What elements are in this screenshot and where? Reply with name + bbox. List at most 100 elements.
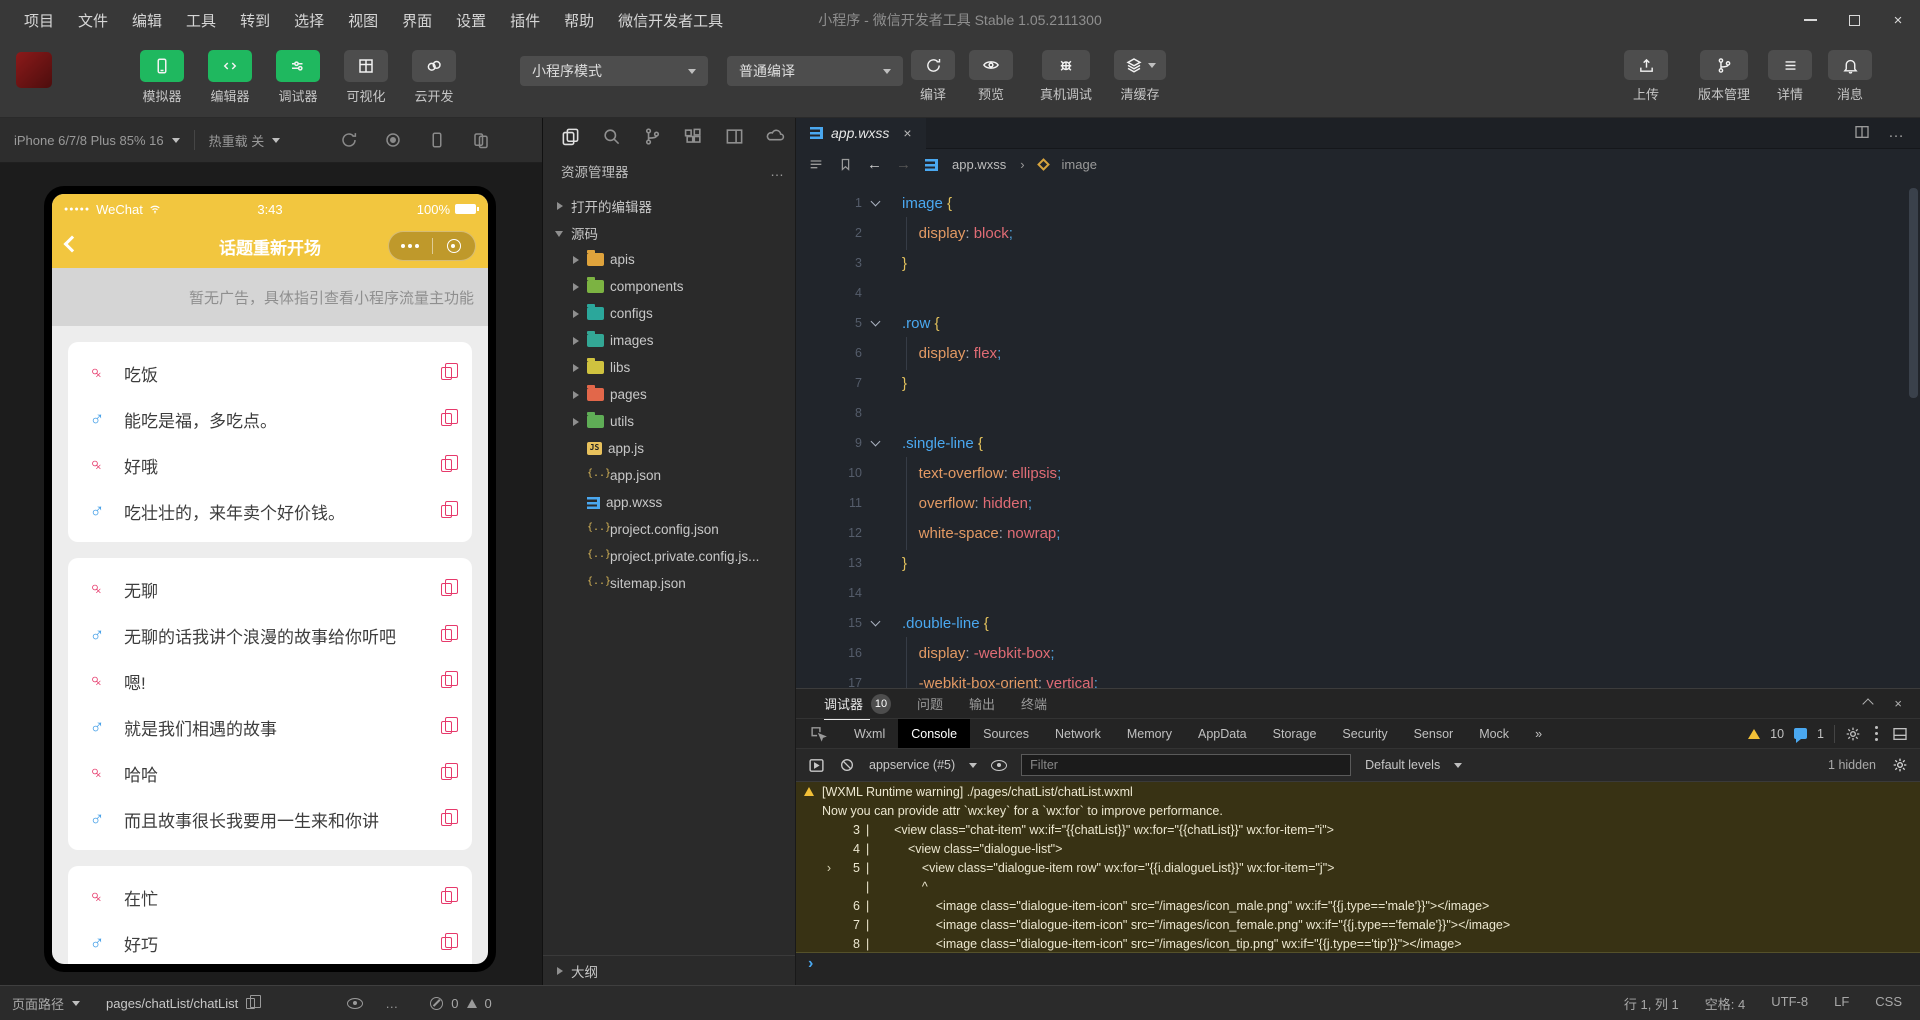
messages-button[interactable]: 消息 bbox=[1822, 50, 1878, 103]
tree-item[interactable]: project.config.json bbox=[543, 516, 795, 543]
copy-icon[interactable] bbox=[441, 408, 458, 426]
context-select[interactable]: appservice (#5) bbox=[869, 758, 955, 772]
fold-chevron-icon[interactable] bbox=[862, 196, 888, 207]
devtools-tab[interactable]: Network bbox=[1042, 719, 1114, 748]
settings-gear-icon[interactable] bbox=[1845, 726, 1861, 742]
code-line[interactable]: 15 .double-line { bbox=[796, 608, 1920, 638]
clear-console-icon[interactable] bbox=[839, 757, 855, 773]
status-item[interactable]: 行 1, 列 1 bbox=[1624, 994, 1679, 1013]
status-item[interactable]: UTF-8 bbox=[1771, 994, 1808, 1013]
tree-item[interactable]: utils bbox=[543, 408, 795, 435]
console-log[interactable]: [WXML Runtime warning] ./pages/chatList/… bbox=[796, 782, 1920, 953]
mode-select[interactable]: 小程序模式 bbox=[520, 56, 708, 86]
tree-item[interactable]: images bbox=[543, 327, 795, 354]
nav-forward-icon[interactable]: → bbox=[896, 156, 911, 173]
code-line[interactable]: 13 } bbox=[796, 548, 1920, 578]
more-actions-icon[interactable]: … bbox=[1888, 124, 1904, 142]
tree-item[interactable]: project.private.config.js... bbox=[543, 543, 795, 570]
menu-item[interactable]: 项目 bbox=[14, 6, 64, 35]
devtools-tab[interactable]: Security bbox=[1329, 719, 1400, 748]
copy-icon[interactable] bbox=[441, 500, 458, 518]
code-line[interactable]: 5 .row { bbox=[796, 308, 1920, 338]
eye-icon[interactable] bbox=[991, 759, 1008, 771]
tree-item[interactable]: app.json bbox=[543, 462, 795, 489]
copy-icon[interactable] bbox=[441, 886, 458, 904]
editor-scrollbar[interactable] bbox=[1909, 188, 1918, 398]
source-control-icon[interactable] bbox=[643, 127, 662, 146]
tree-item[interactable]: app.js bbox=[543, 435, 795, 462]
problems-summary[interactable]: 0 0 bbox=[430, 996, 492, 1011]
copy-icon[interactable] bbox=[441, 762, 458, 780]
menu-item[interactable]: 文件 bbox=[68, 6, 118, 35]
version-control-button[interactable]: 版本管理 bbox=[1684, 50, 1764, 103]
devtools-tab[interactable]: Sensor bbox=[1401, 719, 1467, 748]
compile-button[interactable]: 编译 bbox=[905, 50, 961, 103]
outline-list-icon[interactable] bbox=[808, 157, 824, 173]
clear-cache-button[interactable]: 清缓存 bbox=[1108, 50, 1172, 103]
tree-item[interactable]: libs bbox=[543, 354, 795, 381]
close-panel-icon[interactable]: × bbox=[1894, 696, 1902, 711]
extensions-icon[interactable] bbox=[684, 127, 703, 146]
preview-button[interactable]: 预览 bbox=[963, 50, 1019, 103]
tree-item[interactable]: sitemap.json bbox=[543, 570, 795, 597]
upload-button[interactable]: 上传 bbox=[1618, 50, 1674, 103]
devtools-tab[interactable]: AppData bbox=[1185, 719, 1260, 748]
code-line[interactable]: 9 .single-line { bbox=[796, 428, 1920, 458]
copy-icon[interactable] bbox=[441, 624, 458, 642]
copy-icon[interactable] bbox=[441, 454, 458, 472]
kebab-menu-icon[interactable] bbox=[1875, 732, 1878, 735]
more-actions-icon[interactable]: … bbox=[770, 163, 785, 179]
close-tab-icon[interactable]: × bbox=[903, 125, 911, 141]
menu-item[interactable]: 视图 bbox=[338, 6, 388, 35]
menu-item[interactable]: 编辑 bbox=[122, 6, 172, 35]
docker-icon[interactable] bbox=[766, 127, 785, 146]
fold-chevron-icon[interactable] bbox=[862, 616, 888, 627]
split-editor-icon[interactable] bbox=[725, 127, 744, 146]
code-line[interactable]: 12 white-space: nowrap; bbox=[796, 516, 1920, 550]
tab-debugger[interactable]: 调试器 bbox=[824, 694, 871, 720]
devtools-tab[interactable]: Sources bbox=[970, 719, 1042, 748]
tree-item[interactable]: configs bbox=[543, 300, 795, 327]
devtools-tab[interactable]: Console bbox=[898, 719, 971, 748]
code-line[interactable]: 7 } bbox=[796, 368, 1920, 398]
search-icon[interactable] bbox=[602, 127, 621, 146]
menu-item[interactable]: 微信开发者工具 bbox=[608, 6, 733, 35]
menu-item[interactable]: 界面 bbox=[392, 6, 442, 35]
editor-button[interactable]: 编辑器 bbox=[198, 50, 262, 105]
code-line[interactable]: 14 bbox=[796, 578, 1920, 608]
copy-icon[interactable] bbox=[441, 670, 458, 688]
code-line[interactable]: 8 bbox=[796, 398, 1920, 428]
code-line[interactable]: 6 display: flex; bbox=[796, 336, 1920, 370]
debugger-button[interactable]: 调试器 bbox=[266, 50, 330, 105]
log-levels-select[interactable]: Default levels bbox=[1365, 758, 1440, 772]
nav-back-icon[interactable]: ← bbox=[867, 156, 882, 173]
devtools-tab[interactable]: Storage bbox=[1260, 719, 1330, 748]
files-icon[interactable] bbox=[561, 127, 580, 146]
info-count[interactable]: 1 bbox=[1817, 727, 1824, 741]
menu-item[interactable]: 设置 bbox=[446, 6, 496, 35]
console-settings-gear-icon[interactable] bbox=[1892, 757, 1908, 773]
devtools-tab[interactable]: Wxml bbox=[841, 719, 898, 748]
code-line[interactable]: 16 display: -webkit-box; bbox=[796, 636, 1920, 670]
eval-context-icon[interactable] bbox=[808, 757, 825, 774]
code-area[interactable]: 1 image { 2 display: block; 3 } 4 5 .row… bbox=[796, 180, 1920, 688]
code-line[interactable]: 3 } bbox=[796, 248, 1920, 278]
breadcrumb-symbol[interactable]: image bbox=[1062, 157, 1097, 172]
page-path-select[interactable]: 页面路径 bbox=[12, 994, 81, 1013]
rotate-icon[interactable] bbox=[340, 131, 358, 149]
status-item[interactable]: 空格: 4 bbox=[1705, 994, 1745, 1013]
copy-icon[interactable] bbox=[441, 716, 458, 734]
tree-item[interactable]: pages bbox=[543, 381, 795, 408]
eye-icon[interactable] bbox=[347, 997, 364, 1009]
current-page-path[interactable]: pages/chatList/chatList bbox=[106, 994, 262, 1011]
menu-item[interactable]: 工具 bbox=[176, 6, 226, 35]
warning-count[interactable]: 10 bbox=[1770, 727, 1784, 741]
warning-icon[interactable] bbox=[1748, 728, 1761, 739]
maximize-button[interactable] bbox=[1832, 0, 1876, 40]
tree-item[interactable]: 打开的编辑器 bbox=[543, 192, 795, 219]
details-button[interactable]: 详情 bbox=[1762, 50, 1818, 103]
multi-device-icon[interactable] bbox=[472, 131, 490, 149]
code-line[interactable]: 11 overflow: hidden; bbox=[796, 486, 1920, 520]
tree-item[interactable]: app.wxss bbox=[543, 489, 795, 516]
console-prompt[interactable]: › bbox=[796, 953, 1920, 975]
